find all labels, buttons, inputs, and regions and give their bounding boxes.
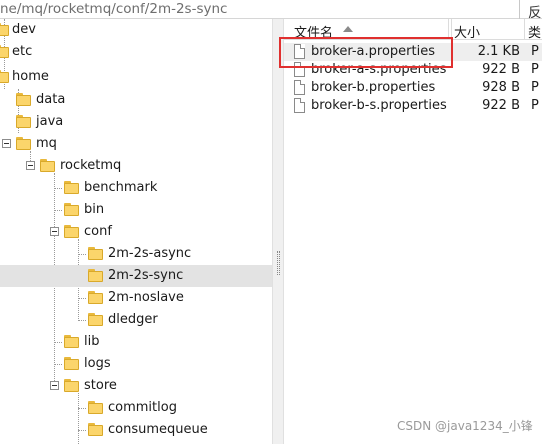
folder-icon bbox=[64, 379, 79, 392]
tree-item-logs[interactable]: logs bbox=[0, 353, 272, 375]
tree-item-label: dev bbox=[12, 22, 36, 37]
folder-icon bbox=[64, 181, 79, 194]
tree-item-etc[interactable]: etc bbox=[0, 41, 272, 63]
tree-item-conf[interactable]: conf bbox=[0, 221, 272, 243]
tree-item-label: benchmark bbox=[84, 180, 158, 195]
file-size: 922 B bbox=[482, 62, 520, 77]
path-text: ne/mq/rocketmq/conf/2m-2s-sync bbox=[0, 1, 228, 17]
tree-item-label: logs bbox=[84, 356, 111, 371]
tree-item-2m-2s-async[interactable]: 2m-2s-async bbox=[0, 243, 272, 265]
tree-item-label: java bbox=[36, 114, 64, 129]
path-bar[interactable]: ne/mq/rocketmq/conf/2m-2s-sync 反 bbox=[0, 0, 542, 21]
file-row[interactable]: broker-b-s.properties 922 B P bbox=[284, 97, 542, 115]
file-name: broker-b.properties bbox=[311, 80, 436, 95]
file-row[interactable]: broker-b.properties 928 B P bbox=[284, 79, 542, 97]
tree-item-dledger[interactable]: dledger bbox=[0, 309, 272, 331]
folder-icon bbox=[0, 70, 9, 83]
watermark: CSDN @java1234_小锋 bbox=[397, 419, 533, 433]
tree-item-store[interactable]: store bbox=[0, 375, 272, 397]
tree-item-label: 2m-2s-async bbox=[108, 246, 192, 261]
tree-item-label: commitlog bbox=[108, 400, 177, 415]
tree-item-benchmark[interactable]: benchmark bbox=[0, 177, 272, 199]
tree-item-label: conf bbox=[84, 224, 112, 239]
tree-item-label: home bbox=[12, 69, 49, 84]
file-size: 922 B bbox=[482, 98, 520, 113]
file-icon bbox=[294, 62, 305, 77]
folder-icon bbox=[64, 225, 79, 238]
file-type: P bbox=[531, 80, 539, 95]
tree-item-label: 2m-noslave bbox=[108, 290, 184, 305]
toolbar-glyph[interactable]: 反 bbox=[528, 1, 542, 21]
folder-icon bbox=[64, 203, 79, 216]
file-icon bbox=[294, 44, 305, 59]
splitter-grip-icon bbox=[277, 251, 280, 275]
sort-ascending-icon bbox=[343, 26, 353, 32]
file-size: 2.1 KB bbox=[477, 44, 520, 59]
tree-item-2m-2s-sync[interactable]: 2m-2s-sync bbox=[0, 265, 272, 287]
tree-item-label: lib bbox=[84, 334, 100, 349]
tree-item-rocketmq[interactable]: rocketmq bbox=[0, 155, 272, 177]
file-name: broker-a-s.properties bbox=[311, 62, 447, 77]
folder-icon bbox=[88, 313, 103, 326]
file-list-header: 文件名 大小 类 bbox=[284, 19, 542, 41]
folder-icon bbox=[88, 401, 103, 414]
column-divider[interactable] bbox=[524, 19, 525, 40]
folder-icon bbox=[64, 357, 79, 370]
folder-icon bbox=[64, 335, 79, 348]
file-name: broker-b-s.properties bbox=[311, 98, 447, 113]
tree-item-lib[interactable]: lib bbox=[0, 331, 272, 353]
file-icon bbox=[294, 80, 305, 95]
tree-item-label: bin bbox=[84, 202, 105, 217]
tree-item-home[interactable]: home bbox=[0, 66, 272, 88]
folder-icon bbox=[88, 423, 103, 436]
tree-item-commitlog[interactable]: commitlog bbox=[0, 397, 272, 419]
column-divider[interactable] bbox=[448, 19, 449, 40]
pane-splitter[interactable] bbox=[272, 19, 284, 444]
column-header-type[interactable]: 类 bbox=[528, 22, 541, 41]
folder-icon bbox=[88, 247, 103, 260]
tree-item-mq[interactable]: mq bbox=[0, 133, 272, 155]
directory-tree[interactable]: dev etc home data java mq rocketmq bench… bbox=[0, 19, 272, 444]
folder-icon bbox=[16, 93, 31, 106]
tree-item-java[interactable]: java bbox=[0, 111, 272, 133]
tree-item-label: 2m-2s-sync bbox=[108, 268, 184, 283]
folder-icon bbox=[0, 23, 9, 36]
file-row[interactable]: broker-a-s.properties 922 B P bbox=[284, 61, 542, 79]
tree-item-label: dledger bbox=[108, 312, 158, 327]
tree-item-label: rocketmq bbox=[60, 158, 122, 173]
folder-icon bbox=[0, 45, 9, 58]
tree-item-2m-noslave[interactable]: 2m-noslave bbox=[0, 287, 272, 309]
folder-icon bbox=[16, 137, 31, 150]
column-header-name[interactable]: 文件名 bbox=[294, 22, 333, 41]
path-separator bbox=[519, 0, 520, 19]
folder-icon bbox=[88, 291, 103, 304]
file-name: broker-a.properties bbox=[311, 44, 435, 59]
tree-item-bin[interactable]: bin bbox=[0, 199, 272, 221]
file-icon bbox=[294, 98, 305, 113]
tree-item-label: consumequeue bbox=[108, 422, 208, 437]
file-size: 928 B bbox=[482, 80, 520, 95]
column-header-size[interactable]: 大小 bbox=[454, 22, 480, 41]
file-type: P bbox=[531, 98, 539, 113]
folder-icon bbox=[16, 115, 31, 128]
file-row[interactable]: broker-a.properties 2.1 KB P bbox=[284, 43, 542, 61]
column-divider[interactable] bbox=[451, 19, 452, 40]
tree-item-label: store bbox=[84, 378, 117, 393]
tree-item-data[interactable]: data bbox=[0, 89, 272, 111]
tree-item-label: mq bbox=[36, 136, 57, 151]
file-list[interactable]: 文件名 大小 类 broker-a.properties 2.1 KB P br… bbox=[284, 19, 542, 444]
tree-item-dev[interactable]: dev bbox=[0, 19, 272, 41]
folder-icon bbox=[40, 159, 55, 172]
file-type: P bbox=[531, 62, 539, 77]
tree-item-label: etc bbox=[12, 44, 33, 59]
file-type: P bbox=[531, 44, 539, 59]
folder-open-icon bbox=[88, 269, 103, 282]
tree-item-consumequeue[interactable]: consumequeue bbox=[0, 419, 272, 441]
tree-item-label: data bbox=[36, 92, 66, 107]
